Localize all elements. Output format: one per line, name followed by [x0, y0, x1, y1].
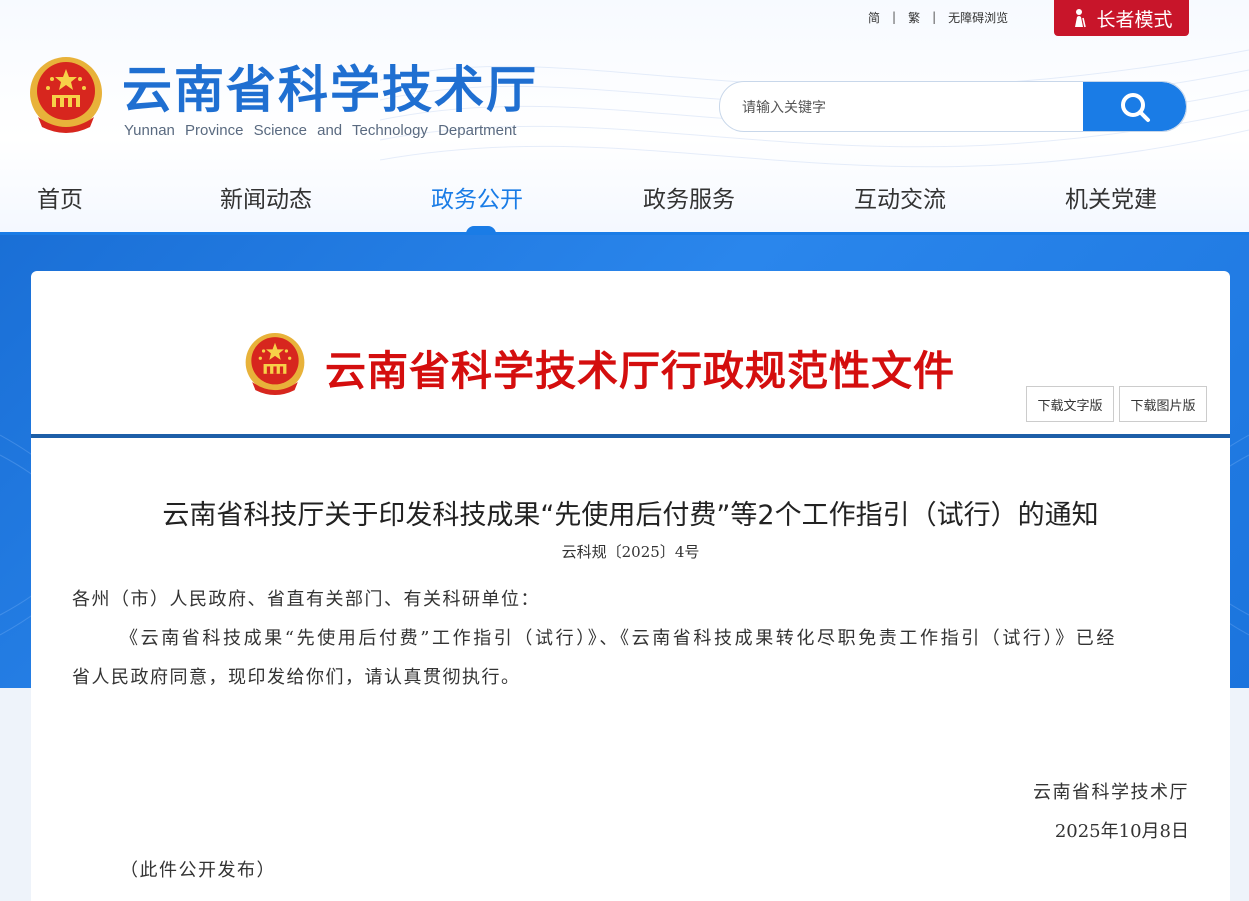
elder-mode-label: 长者模式	[1096, 8, 1173, 31]
nav-home[interactable]: 首页	[37, 180, 83, 214]
divider: |	[892, 10, 897, 24]
nav-news[interactable]: 新闻动态	[220, 180, 312, 214]
search-icon	[1120, 92, 1150, 122]
publication-note: （此件公开发布）	[120, 860, 276, 881]
nav-party-building[interactable]: 机关党建	[1065, 180, 1157, 214]
main-nav: 首页 新闻动态 政务公开 政务服务 互动交流 机关党建	[0, 160, 1249, 234]
elder-person-icon	[1075, 9, 1087, 28]
divider: |	[932, 10, 937, 24]
site-title[interactable]: 云南省科学技术厅	[122, 60, 538, 120]
site-subtitle: Yunnan Province Science and Technology D…	[124, 122, 517, 139]
nav-government-affairs[interactable]: 政务公开	[431, 180, 523, 214]
search-input[interactable]	[740, 82, 1074, 131]
heading-rule	[31, 434, 1230, 438]
national-emblem-logo[interactable]	[28, 55, 104, 135]
elder-mode-button[interactable]: 长者模式	[1054, 0, 1189, 36]
nav-government-services[interactable]: 政务服务	[643, 180, 735, 214]
issue-date: 2025年10月8日	[1054, 821, 1189, 842]
body-paragraph-line-2: 省人民政府同意，现印发给你们，请认真贯彻执行。	[72, 667, 521, 688]
traditional-chinese-link[interactable]: 繁	[908, 9, 920, 26]
top-links: 简 | 繁 | 无障碍浏览	[868, 8, 1008, 26]
search-button[interactable]	[1083, 82, 1186, 131]
document-title: 云南省科技厅关于印发科技成果“先使用后付费”等2个工作指引（试行）的通知	[162, 500, 1099, 531]
document-type-heading: 云南省科学技术厅行政规范性文件	[325, 347, 955, 395]
download-image-button[interactable]: 下载图片版	[1119, 386, 1207, 422]
accessibility-link[interactable]: 无障碍浏览	[948, 9, 1008, 26]
issuer: 云南省科学技术厅	[1033, 782, 1189, 803]
body-paragraph-line-1: 《云南省科技成果“先使用后付费”工作指引（试行）》、《云南省科技成果转化尽职免责…	[120, 628, 1117, 649]
salutation: 各州（市）人民政府、省直有关部门、有关科研单位：	[72, 589, 540, 610]
simplified-chinese-link[interactable]: 简	[868, 9, 880, 26]
document-number: 云科规〔2025〕4号	[561, 543, 700, 561]
download-text-button[interactable]: 下载文字版	[1026, 386, 1114, 422]
site-header: 简 | 繁 | 无障碍浏览 长者模式 云南省科学技术厅 Yunnan Provi…	[0, 0, 1249, 234]
national-emblem-icon	[245, 333, 305, 395]
search-box	[719, 81, 1187, 132]
document-card: 云南省科学技术厅行政规范性文件 下载文字版 下载图片版 云南省科技厅关于印发科技…	[31, 271, 1230, 901]
nav-interaction[interactable]: 互动交流	[854, 180, 946, 214]
